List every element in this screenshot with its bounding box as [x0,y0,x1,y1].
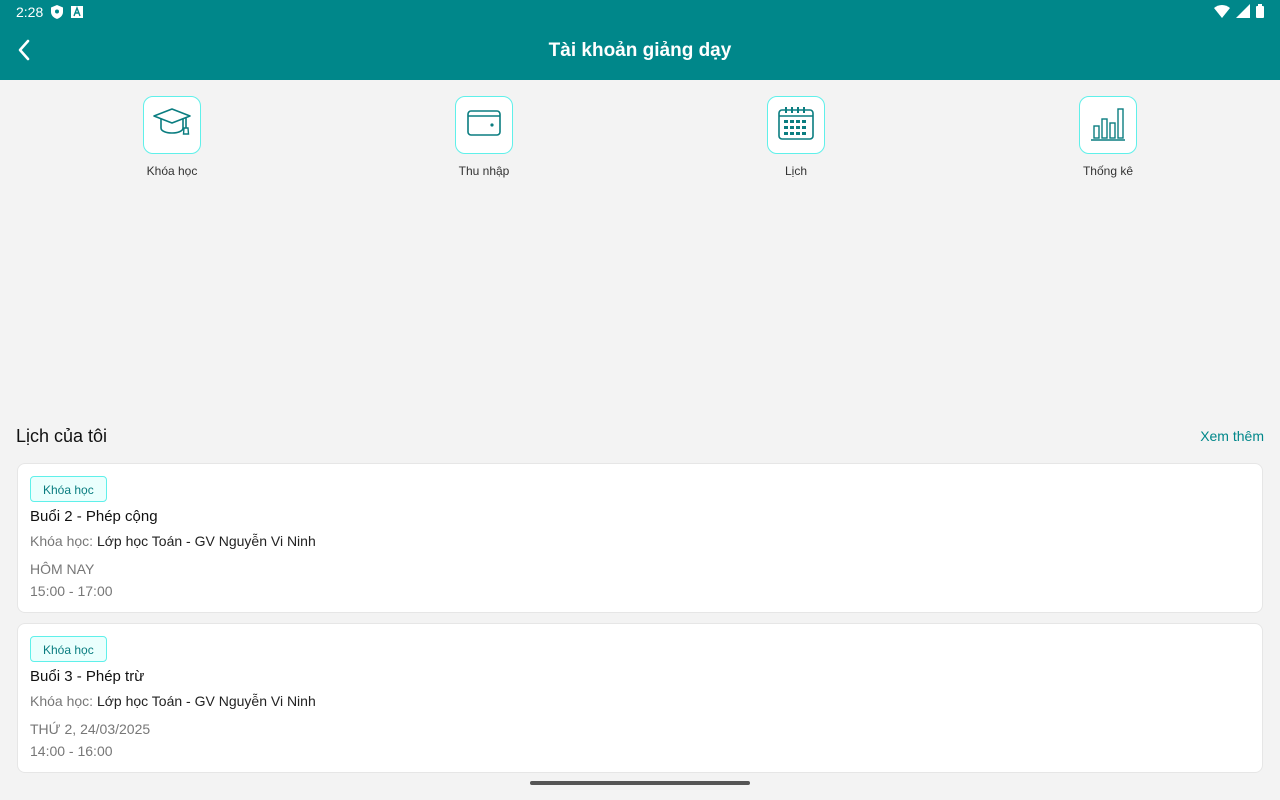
quick-action-courses[interactable]: Khóa học [112,96,232,178]
page-title: Tài khoản giảng dạy [548,40,732,61]
quick-label-calendar: Lịch [784,164,807,178]
app-bar: Tài khoản giảng dạy [0,24,1280,80]
session-title: Buổi 3 - Phép trừ [30,668,145,685]
quick-icon-box [767,96,825,154]
schedule-header: Lịch của tôi Xem thêm [16,424,1264,450]
session-time: 15:00 - 17:00 [30,583,113,599]
quick-label-statistics: Thống kê [1082,164,1134,178]
calendar-icon [777,105,815,146]
course-tag: Khóa học [30,636,107,662]
course-name: Lớp học Toán - GV Nguyễn Vi Ninh [96,533,316,549]
course-tag: Khóa học [30,476,107,502]
battery-icon [1256,4,1264,21]
schedule-card[interactable]: Khóa học Buổi 3 - Phép trừ Khóa học: Lớp… [17,623,1263,773]
session-time: 14:00 - 16:00 [30,743,113,759]
session-day: THỨ 2, 24/03/2025 [30,721,151,737]
a-box-icon [71,6,84,18]
status-right-icons [1214,4,1264,21]
shield-icon [51,5,64,19]
wallet-icon [466,107,502,144]
quick-action-income[interactable]: Thu nhập [424,96,544,178]
session-day: HÔM NAY [30,561,95,577]
course-label: Khóa học: [30,693,94,709]
quick-label-courses: Khóa học [146,164,198,178]
quick-actions: Khóa học Thu nhập Lịch Thống kê [0,96,1280,196]
see-more-link[interactable]: Xem thêm [1200,428,1264,444]
gesture-nav-handle[interactable] [530,781,750,785]
signal-icon [1236,4,1250,21]
status-bar: 2:28 [0,0,1280,24]
bar-chart-icon [1089,104,1127,147]
graduation-cap-icon [152,106,192,145]
schedule-card[interactable]: Khóa học Buổi 2 - Phép cộng Khóa học: Lớ… [17,463,1263,613]
quick-icon-box [455,96,513,154]
course-label: Khóa học: [30,533,94,549]
quick-action-statistics[interactable]: Thống kê [1048,96,1168,178]
wifi-icon [1214,4,1230,21]
quick-action-calendar[interactable]: Lịch [736,96,856,178]
course-line: Khóa học: Lớp học Toán - GV Nguyễn Vi Ni… [30,533,316,549]
quick-label-income: Thu nhập [458,164,510,178]
session-title: Buổi 2 - Phép cộng [30,508,158,525]
status-time: 2:28 [16,4,44,20]
course-name: Lớp học Toán - GV Nguyễn Vi Ninh [96,693,316,709]
quick-icon-box [1079,96,1137,154]
schedule-title: Lịch của tôi [16,426,108,446]
course-line: Khóa học: Lớp học Toán - GV Nguyễn Vi Ni… [30,693,316,709]
quick-icon-box [143,96,201,154]
